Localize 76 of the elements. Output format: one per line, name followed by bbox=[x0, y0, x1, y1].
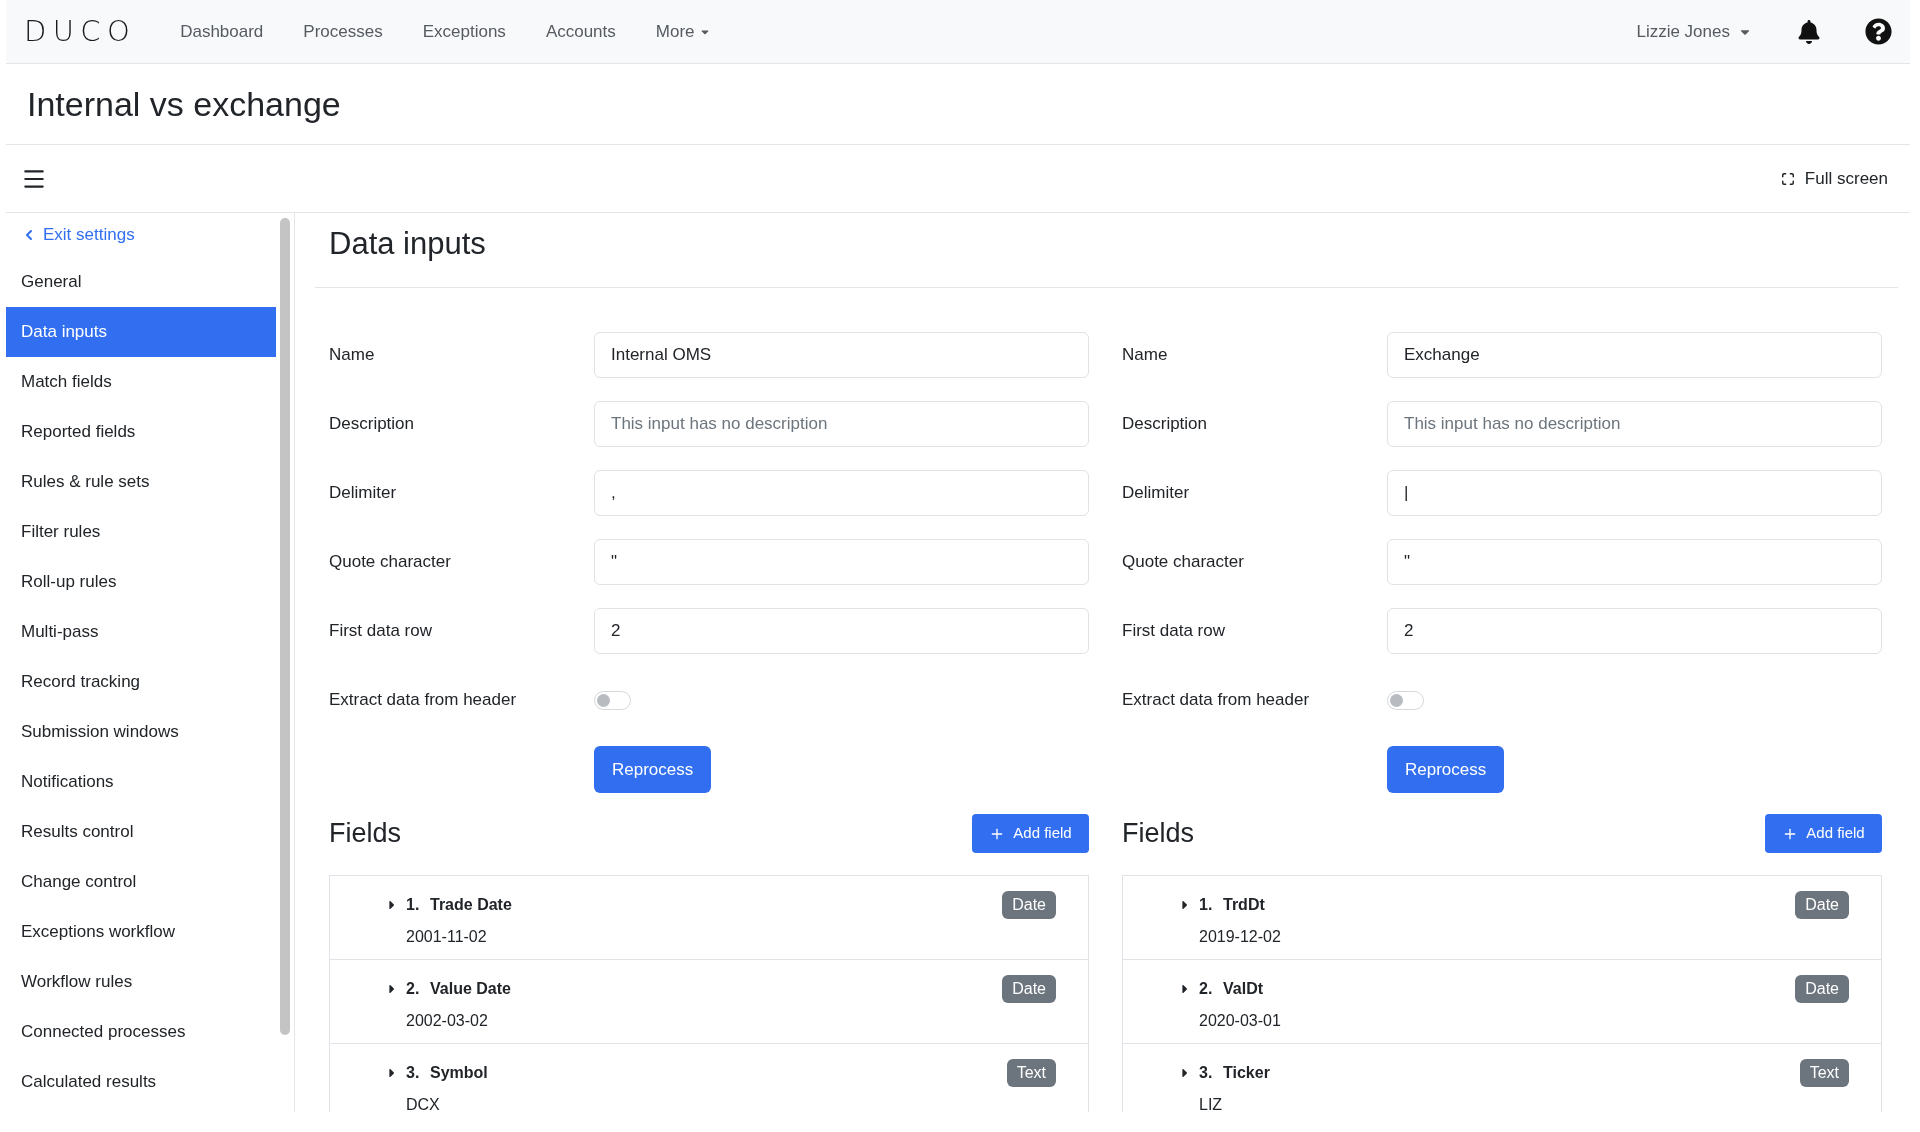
help-icon[interactable] bbox=[1865, 18, 1892, 45]
field-row[interactable]: 3. Symbol DCX Text bbox=[330, 1044, 1088, 1112]
field-label: Description bbox=[1122, 413, 1209, 436]
field-sample: 2001-11-02 bbox=[405, 927, 488, 947]
text-field[interactable]: This input has no description bbox=[594, 401, 1089, 447]
field-label: Delimiter bbox=[1122, 482, 1191, 505]
field-label: Extract data from header bbox=[1122, 689, 1311, 712]
field-number: 2. bbox=[1199, 979, 1214, 999]
section-title: Data inputs bbox=[329, 224, 486, 263]
type-badge: Date bbox=[1002, 975, 1056, 1003]
text-field[interactable]: " bbox=[594, 539, 1089, 585]
field-name: ValDt bbox=[1223, 979, 1263, 999]
field-label: Quote character bbox=[1122, 551, 1245, 574]
user-menu[interactable]: Lizzie Jones bbox=[1636, 18, 1752, 45]
text-field[interactable]: " bbox=[1387, 539, 1882, 585]
type-badge: Date bbox=[1002, 891, 1056, 919]
section-heading: Fields bbox=[329, 817, 402, 851]
type-badge: Date bbox=[1795, 891, 1849, 919]
field-row[interactable]: 3. Ticker LIZ Text bbox=[1123, 1044, 1881, 1112]
sidebar-item[interactable]: Data inputs bbox=[6, 307, 276, 357]
field-label: First data row bbox=[1122, 620, 1226, 643]
expand-icon bbox=[1780, 171, 1795, 186]
type-badge: Text bbox=[1006, 1059, 1056, 1087]
field-row[interactable]: 2. ValDt 2020-03-01 Date bbox=[1123, 960, 1881, 1044]
toggle-switch[interactable] bbox=[594, 690, 631, 710]
field-row[interactable]: 2. Value Date 2002-03-02 Date bbox=[330, 960, 1088, 1044]
page-title: Internal vs exchange bbox=[27, 83, 341, 125]
nav-link[interactable]: Exceptions bbox=[422, 18, 506, 45]
field-sample: 2019-12-02 bbox=[1198, 927, 1281, 947]
notifications-icon[interactable] bbox=[1798, 19, 1820, 44]
field-number: 3. bbox=[1199, 1063, 1214, 1083]
full-screen-button[interactable]: Full screen bbox=[1780, 165, 1888, 192]
field-label: Name bbox=[329, 344, 376, 367]
text-field[interactable]: Internal OMS bbox=[594, 332, 1089, 378]
nav-link[interactable]: Dashboard bbox=[180, 18, 264, 45]
field-label: Description bbox=[329, 413, 416, 436]
field-label: Name bbox=[1122, 344, 1169, 367]
field-row[interactable]: 1. TrdDt 2019-12-02 Date bbox=[1123, 876, 1881, 960]
type-badge: Text bbox=[1799, 1059, 1849, 1087]
text-field[interactable]: This input has no description bbox=[1387, 401, 1882, 447]
scrollbar-thumb[interactable] bbox=[280, 218, 290, 1035]
logo[interactable]: DUCO bbox=[24, 9, 137, 54]
add-field-button[interactable]: Add field bbox=[972, 814, 1089, 853]
section-heading: Fields bbox=[1122, 817, 1195, 851]
field-label: Extract data from header bbox=[329, 689, 518, 712]
field-number: 3. bbox=[406, 1063, 421, 1083]
field-label: Quote character bbox=[329, 551, 452, 574]
field-number: 1. bbox=[1199, 895, 1214, 915]
reprocess-button[interactable]: Reprocess bbox=[1387, 746, 1505, 793]
field-name: Value Date bbox=[430, 979, 511, 999]
field-name: TrdDt bbox=[1223, 895, 1265, 915]
text-field[interactable]: , bbox=[594, 470, 1089, 516]
field-name: Trade Date bbox=[430, 895, 512, 915]
text-field[interactable]: 2 bbox=[594, 608, 1089, 654]
add-field-button[interactable]: Add field bbox=[1765, 814, 1882, 853]
text-field[interactable]: | bbox=[1387, 470, 1882, 516]
text-field[interactable]: 2 bbox=[1387, 608, 1882, 654]
field-name: Ticker bbox=[1223, 1063, 1270, 1083]
field-name: Symbol bbox=[430, 1063, 488, 1083]
field-label: Delimiter bbox=[329, 482, 398, 505]
field-row[interactable]: 1. Trade Date 2001-11-02 Date bbox=[330, 876, 1088, 960]
nav-link[interactable]: Processes bbox=[303, 18, 383, 45]
field-sample: DCX bbox=[405, 1095, 441, 1112]
reprocess-button[interactable]: Reprocess bbox=[594, 746, 712, 793]
toggle-switch[interactable] bbox=[1387, 690, 1424, 710]
field-sample: 2002-03-02 bbox=[405, 1011, 489, 1031]
more-menu[interactable]: More bbox=[655, 18, 711, 45]
nav-link[interactable]: Accounts bbox=[545, 18, 616, 45]
text-field[interactable]: Exchange bbox=[1387, 332, 1882, 378]
field-sample: 2020-03-01 bbox=[1198, 1011, 1281, 1031]
type-badge: Date bbox=[1795, 975, 1849, 1003]
field-sample: LIZ bbox=[1198, 1095, 1224, 1112]
field-label: First data row bbox=[329, 620, 433, 643]
field-number: 2. bbox=[406, 979, 421, 999]
exit-settings-link[interactable]: Exit settings bbox=[21, 222, 135, 248]
field-number: 1. bbox=[406, 895, 421, 915]
